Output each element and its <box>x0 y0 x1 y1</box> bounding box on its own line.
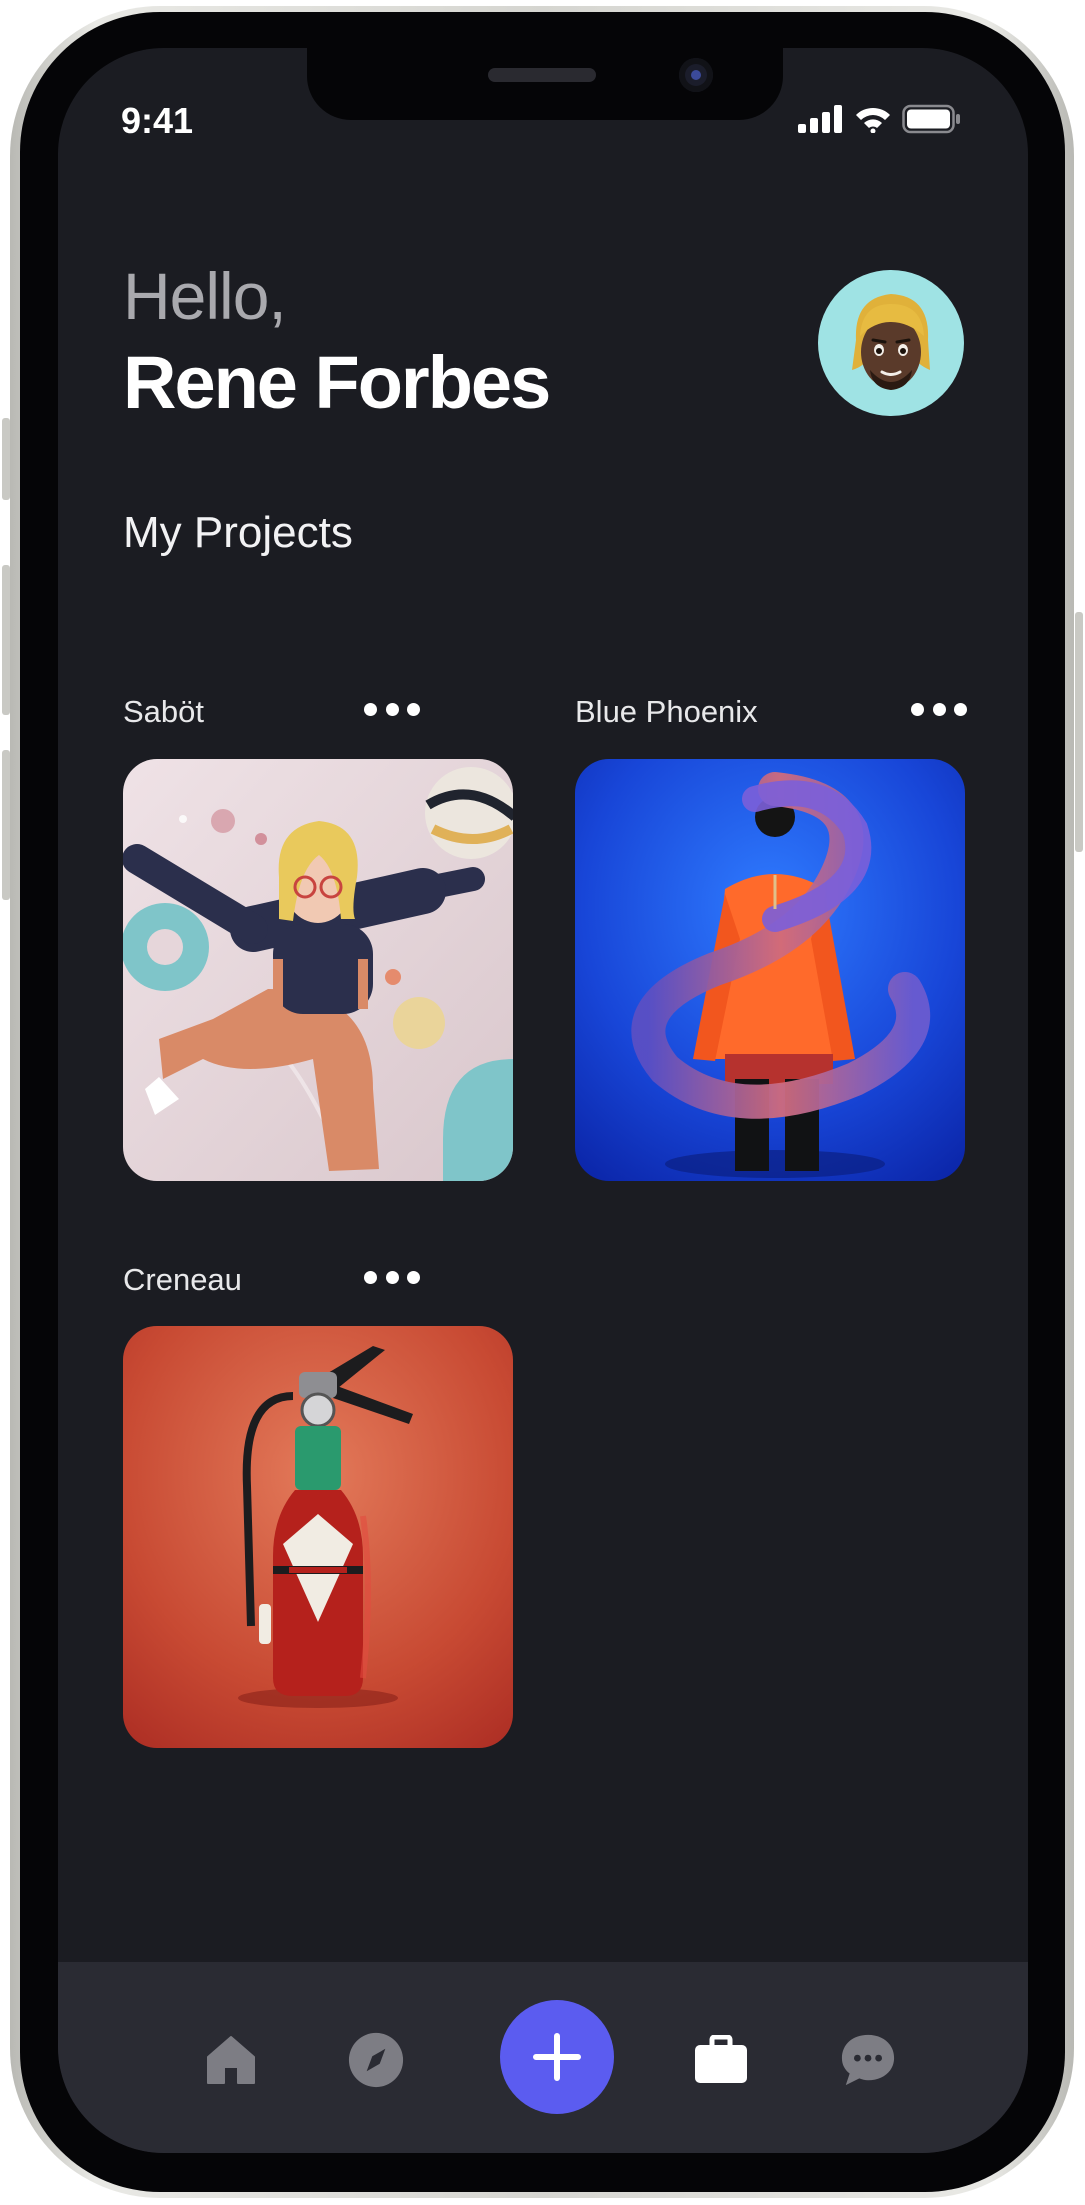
dot-icon <box>407 702 420 716</box>
dot-icon <box>364 702 377 716</box>
dot-icon <box>364 1270 377 1284</box>
volume-up-button <box>2 565 10 715</box>
add-project-button[interactable] <box>500 2000 614 2114</box>
avatar-memoji <box>852 294 930 390</box>
dot-icon <box>911 702 924 716</box>
status-time: 9:41 <box>121 100 194 141</box>
wifi-icon <box>856 107 890 133</box>
home-icon <box>207 2036 255 2084</box>
greeting-text: Hello, <box>123 259 287 333</box>
project-card-sabot[interactable] <box>123 759 513 1181</box>
user-name: Rene Forbes <box>123 341 551 424</box>
status-icons <box>798 102 962 136</box>
signal-icon <box>798 105 842 133</box>
dot-icon <box>407 1270 420 1284</box>
chat-icon <box>841 2034 895 2086</box>
project-title-sabot: Saböt <box>123 694 205 729</box>
plus-icon <box>533 2033 581 2081</box>
briefcase-icon <box>695 2035 747 2083</box>
tab-messages[interactable] <box>840 2032 896 2088</box>
notch <box>307 48 783 120</box>
project-title-creneau: Creneau <box>123 1262 242 1297</box>
more-options-button[interactable] <box>364 1267 420 1287</box>
front-camera <box>679 58 713 92</box>
project-title-blue-phoenix: Blue Phoenix <box>575 694 758 729</box>
dot-icon <box>932 702 946 716</box>
tab-explore[interactable] <box>348 2032 404 2088</box>
dot-icon <box>385 702 399 716</box>
project-card-blue-phoenix[interactable] <box>575 759 965 1181</box>
project-thumbnail <box>123 759 513 1181</box>
dot-icon <box>954 702 967 716</box>
tab-projects[interactable] <box>693 2032 749 2088</box>
bottom-tab-bar <box>58 1962 1028 2153</box>
dot-icon <box>385 1270 399 1284</box>
more-options-button[interactable] <box>364 699 420 719</box>
side-button <box>2 418 10 500</box>
more-options-button[interactable] <box>911 699 967 719</box>
project-thumbnail <box>123 1326 513 1748</box>
power-button <box>1075 612 1083 852</box>
avatar[interactable] <box>818 270 964 416</box>
project-card-creneau[interactable] <box>123 1326 513 1748</box>
battery-icon <box>902 104 960 134</box>
project-thumbnail <box>575 759 965 1181</box>
compass-icon <box>348 2032 404 2088</box>
volume-down-button <box>2 750 10 900</box>
section-title: My Projects <box>123 508 353 557</box>
tab-home[interactable] <box>203 2032 259 2088</box>
speaker-grille <box>488 68 596 82</box>
app-screen: 9:41 Hello, Rene Forbes My Projects Sabö… <box>58 48 1028 2153</box>
